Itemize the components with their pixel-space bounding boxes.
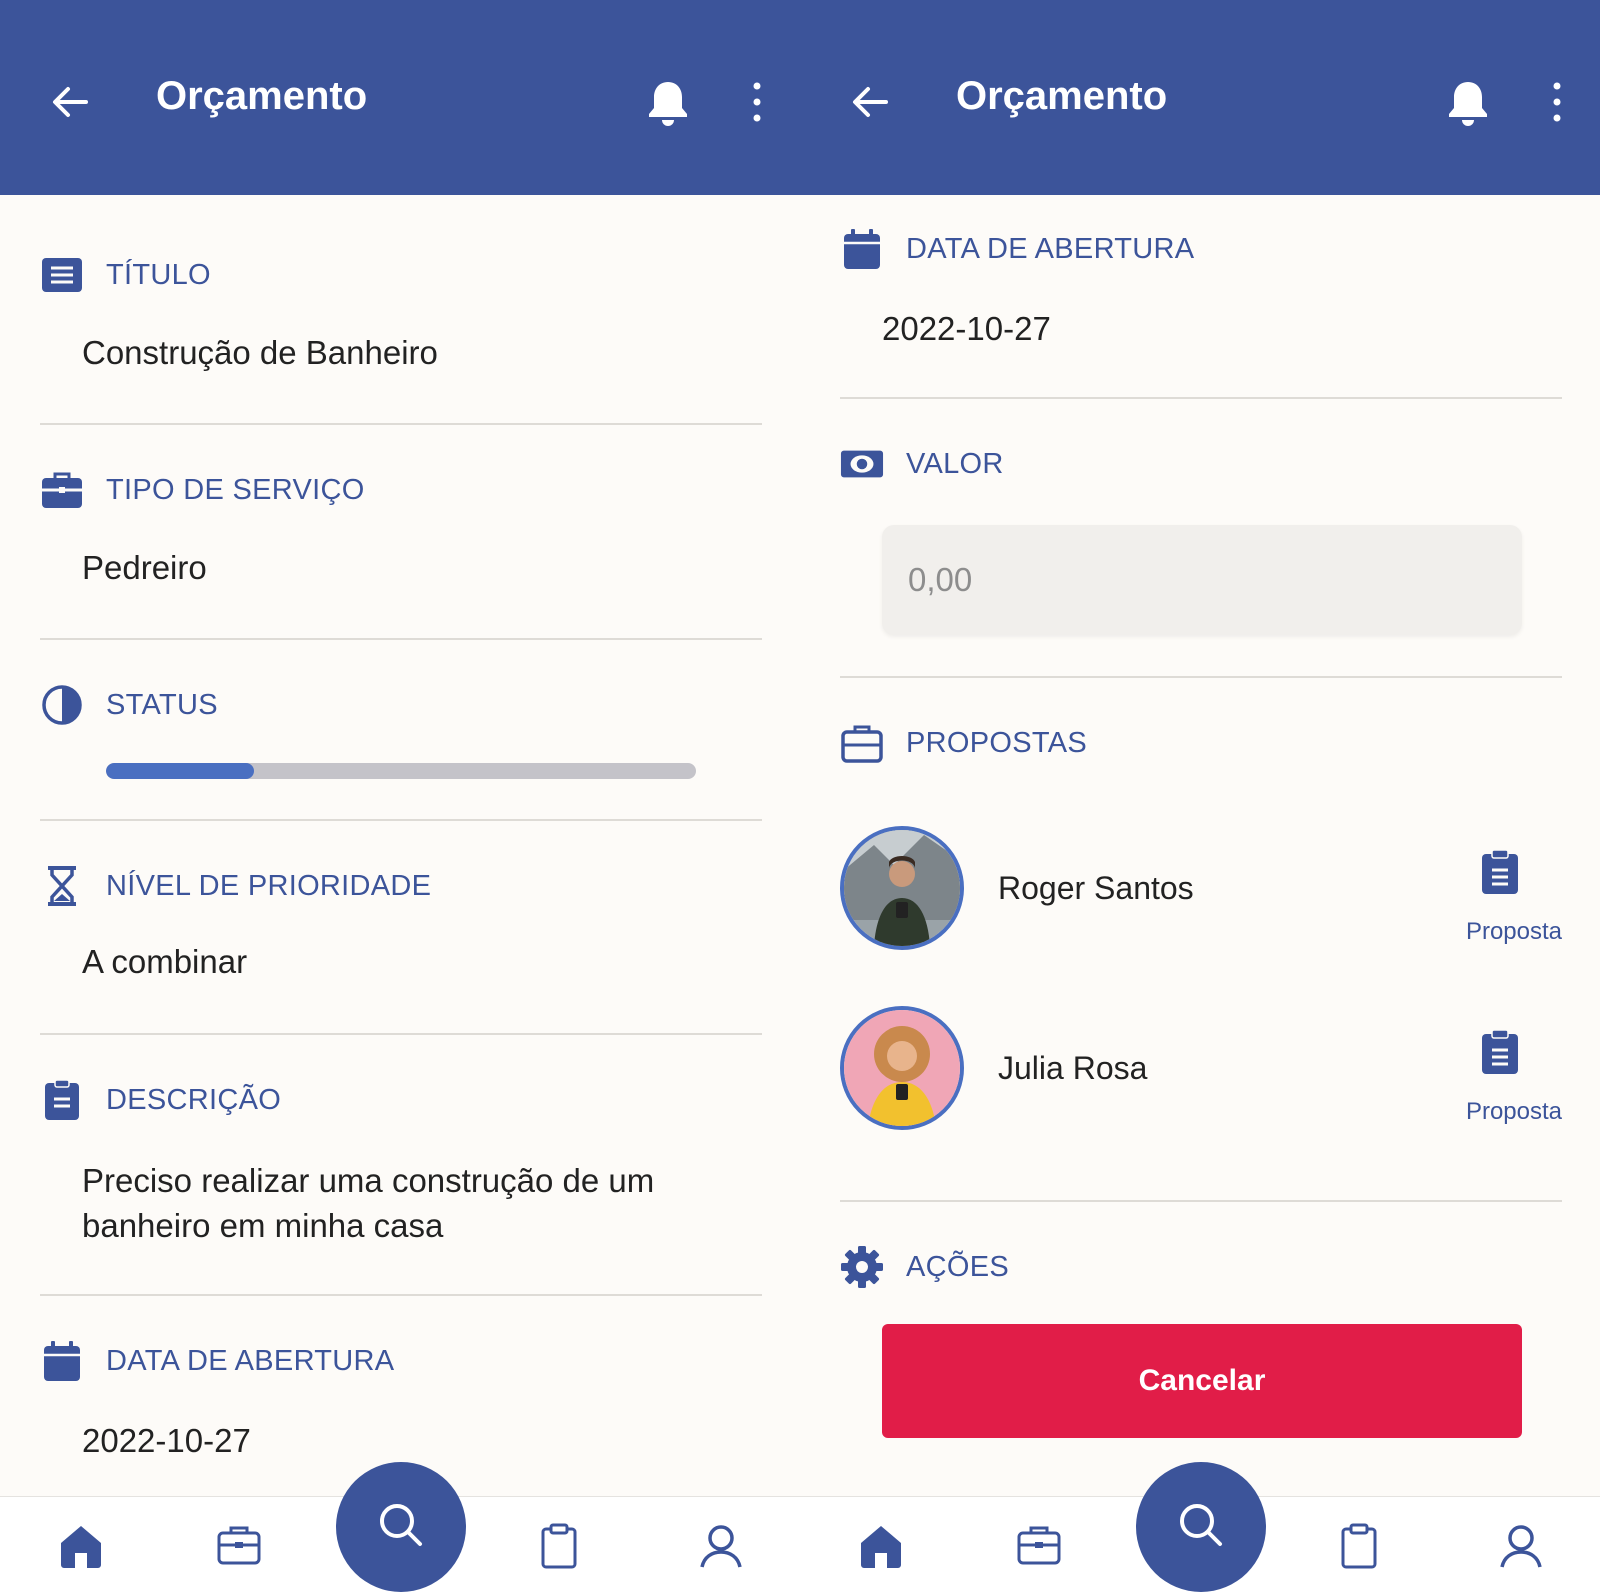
page-title: Orçamento — [156, 74, 368, 118]
proposal-button-label: Proposta — [1465, 918, 1562, 945]
divider — [840, 676, 1562, 678]
back-arrow-icon[interactable] — [46, 78, 94, 126]
home-icon[interactable] — [56, 1521, 106, 1571]
user-icon[interactable] — [696, 1521, 746, 1571]
divider — [40, 1033, 762, 1035]
briefcase-icon — [840, 721, 884, 765]
more-vert-icon[interactable] — [742, 80, 772, 124]
app-bar: Orçamento — [0, 0, 800, 195]
contrast-icon — [40, 683, 84, 727]
back-arrow-icon[interactable] — [846, 78, 894, 126]
descricao-value: Preciso realizar uma construção de um ba… — [82, 1162, 655, 1244]
proposal-row: Roger Santos Proposta — [840, 826, 1562, 961]
section-label: DATA DE ABERTURA — [106, 1344, 395, 1377]
app-bar: Orçamento — [800, 0, 1600, 195]
clipboard-icon[interactable] — [534, 1521, 584, 1571]
clipboard-icon — [1478, 1028, 1522, 1076]
section-label: TIPO DE SERVIÇO — [106, 473, 365, 506]
cancel-button[interactable]: Cancelar — [882, 1324, 1522, 1438]
briefcase-icon[interactable] — [1014, 1521, 1064, 1571]
section-label: TÍTULO — [106, 258, 211, 291]
screen-left: Orçamento TÍTULO Construção de Banheiro … — [0, 0, 800, 1594]
search-icon — [376, 1500, 426, 1555]
search-icon — [1176, 1500, 1226, 1555]
proposal-row: Julia Rosa Proposta — [840, 1006, 1562, 1141]
clipboard-icon[interactable] — [1334, 1521, 1384, 1571]
gear-icon — [840, 1245, 884, 1289]
bell-icon[interactable] — [644, 78, 692, 128]
divider — [840, 397, 1562, 399]
section-label: DESCRIÇÃO — [106, 1083, 282, 1116]
status-progress-fill — [106, 763, 254, 779]
proposal-button-label: Proposta — [1465, 1098, 1562, 1125]
titulo-value: Construção de Banheiro — [82, 334, 438, 371]
divider — [40, 819, 762, 821]
briefcase-icon[interactable] — [214, 1521, 264, 1571]
home-icon[interactable] — [856, 1521, 906, 1571]
prioridade-value: A combinar — [82, 943, 248, 980]
section-label: PROPOSTAS — [906, 726, 1088, 759]
valor-input[interactable] — [882, 525, 1522, 635]
clipboard-icon — [40, 1078, 84, 1122]
avatar — [840, 1006, 964, 1130]
hourglass-icon — [40, 864, 84, 908]
divider — [40, 638, 762, 640]
section-label: DATA DE ABERTURA — [906, 232, 1195, 265]
section-label: VALOR — [906, 447, 1004, 480]
section-label: AÇÕES — [906, 1250, 1010, 1283]
calendar-icon — [40, 1339, 84, 1383]
proposal-button[interactable]: Proposta — [1440, 1028, 1562, 1148]
screen-right: Orçamento DATA DE ABERTURA 2022-10-27 VA… — [800, 0, 1600, 1594]
section-label: STATUS — [106, 688, 218, 721]
data-value: 2022-10-27 — [82, 1422, 251, 1459]
briefcase-icon — [40, 468, 84, 512]
proposal-button[interactable]: Proposta — [1440, 848, 1562, 968]
more-vert-icon[interactable] — [1542, 80, 1572, 124]
clipboard-icon — [1478, 848, 1522, 896]
status-progress-bar — [106, 763, 696, 779]
calendar-icon — [840, 227, 884, 271]
proposal-name: Julia Rosa — [998, 1050, 1148, 1086]
page-title: Orçamento — [956, 74, 1168, 118]
money-icon — [840, 442, 884, 486]
data-value: 2022-10-27 — [882, 310, 1051, 347]
search-fab[interactable] — [336, 1462, 466, 1592]
divider — [40, 1294, 762, 1296]
tipo-value: Pedreiro — [82, 549, 207, 586]
avatar — [840, 826, 964, 950]
proposal-name: Roger Santos — [998, 870, 1194, 906]
divider — [840, 1200, 1562, 1202]
section-label: NÍVEL DE PRIORIDADE — [106, 869, 432, 902]
search-fab[interactable] — [1136, 1462, 1266, 1592]
divider — [40, 423, 762, 425]
bell-icon[interactable] — [1444, 78, 1492, 128]
user-icon[interactable] — [1496, 1521, 1546, 1571]
list-icon — [40, 253, 84, 297]
